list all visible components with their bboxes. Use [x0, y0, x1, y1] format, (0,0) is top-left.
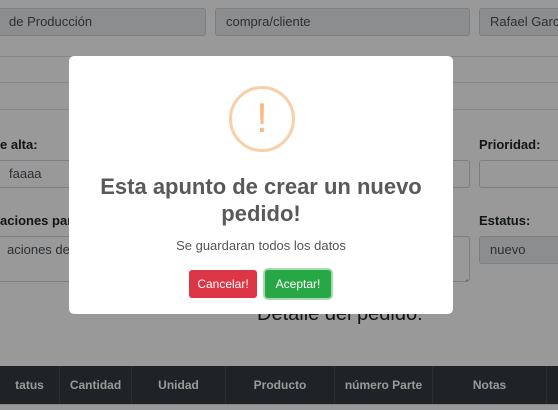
accept-button[interactable]: Aceptar!: [265, 270, 331, 298]
warning-icon: !: [229, 86, 295, 152]
confirm-dialog: ! Esta apunto de crear un nuevo pedido! …: [69, 56, 453, 314]
cancel-button[interactable]: Cancelar!: [189, 270, 257, 298]
warning-icon-glyph: !: [256, 94, 268, 141]
dialog-text: Se guardaran todos los datos: [176, 238, 346, 253]
dialog-title: Esta apunto de crear un nuevo pedido!: [100, 174, 422, 226]
